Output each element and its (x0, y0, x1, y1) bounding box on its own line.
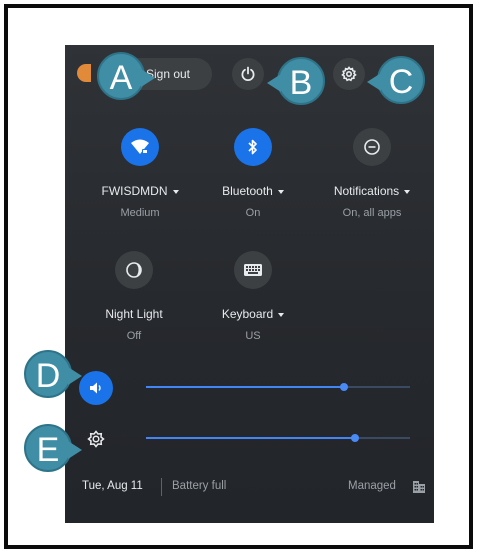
notifications-toggle[interactable] (353, 128, 391, 166)
notifications-label: Notifications (333, 184, 400, 198)
callout-d: D (24, 350, 82, 398)
managed-label[interactable]: Managed (348, 480, 396, 492)
brightness-icon (87, 430, 105, 448)
bluetooth-toggle[interactable] (234, 128, 272, 166)
volume-fill (146, 386, 344, 388)
brightness-slider-handle[interactable] (350, 434, 359, 442)
brightness-slider[interactable] (146, 434, 410, 442)
callout-c: C (367, 56, 425, 104)
tile-network[interactable]: FWISDMDN Medium (85, 128, 195, 219)
bluetooth-label: Bluetooth (222, 184, 273, 198)
tile-bluetooth[interactable]: Bluetooth On (198, 128, 308, 219)
do-not-disturb-icon (364, 139, 380, 155)
brightness-fill (146, 437, 355, 439)
network-status: Medium (120, 207, 160, 219)
keyboard-toggle[interactable] (234, 251, 272, 289)
divider (161, 478, 162, 496)
night-light-icon (126, 262, 142, 278)
callout-e: E (24, 424, 82, 472)
network-toggle[interactable] (121, 128, 159, 166)
caret-down-icon (172, 189, 179, 194)
volume-button[interactable] (79, 371, 113, 405)
power-button[interactable] (232, 58, 264, 90)
caret-down-icon (277, 189, 284, 194)
caret-down-icon (278, 312, 285, 317)
avatar[interactable] (77, 64, 91, 82)
callout-b: B (267, 57, 325, 105)
tile-notifications[interactable]: Notifications On, all apps (317, 128, 427, 219)
bluetooth-icon (248, 139, 257, 155)
volume-slider[interactable] (146, 383, 410, 391)
gear-icon (341, 66, 357, 82)
night-light-toggle[interactable] (115, 251, 153, 289)
volume-slider-handle[interactable] (340, 383, 348, 391)
night-light-status: Off (126, 330, 142, 342)
bluetooth-status: On (245, 207, 261, 219)
volume-icon (90, 382, 101, 394)
keyboard-icon (244, 264, 262, 276)
keyboard-status: US (245, 330, 261, 342)
settings-button[interactable] (333, 58, 365, 90)
notifications-status: On, all apps (342, 207, 402, 219)
date-label[interactable]: Tue, Aug 11 (82, 480, 143, 492)
enterprise-building-icon[interactable] (412, 480, 426, 494)
caret-down-icon (404, 189, 411, 194)
network-label: FWISDMDN (101, 184, 168, 198)
brightness-button[interactable] (80, 423, 112, 455)
keyboard-label: Keyboard (221, 307, 274, 321)
wifi-icon (131, 139, 149, 154)
battery-status[interactable]: Battery full (172, 480, 226, 492)
callout-a: A (97, 52, 155, 100)
power-icon (241, 66, 255, 81)
night-light-label: Night Light (105, 307, 163, 321)
tile-keyboard[interactable]: Keyboard US (198, 251, 308, 342)
tile-night-light[interactable]: Night Light Off (79, 251, 189, 342)
